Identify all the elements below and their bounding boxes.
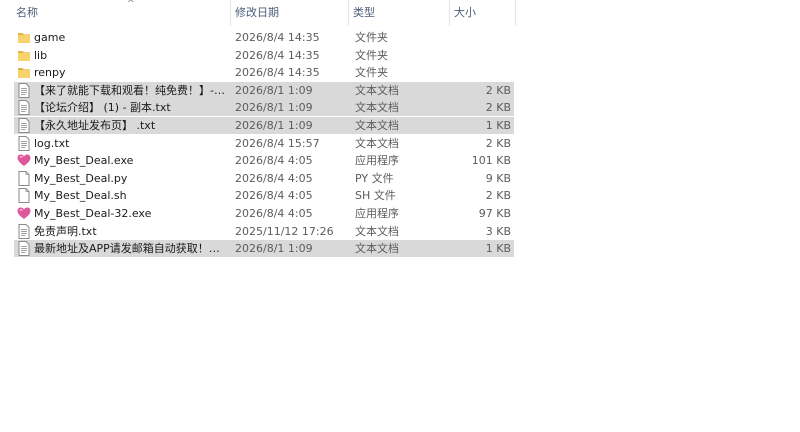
heart-app-icon [17, 153, 31, 168]
file-size: 1 KB [485, 119, 511, 132]
file-modified-date: 2026/8/4 4:05 [235, 207, 313, 220]
file-row[interactable]: renpy 2026/8/4 14:35 文件夹 [14, 64, 514, 81]
file-size [451, 47, 511, 64]
file-name: My_Best_Deal.exe [34, 154, 134, 168]
file-size: 2 KB [485, 189, 511, 203]
file-size: 3 KB [485, 224, 511, 238]
text-document-icon [17, 118, 31, 133]
file-row[interactable]: log.txt 2026/8/4 15:57 文本文档 2 KB [14, 135, 514, 152]
file-row[interactable]: My_Best_Deal.py 2026/8/4 4:05 PY 文件 9 KB [14, 170, 514, 187]
file-modified-date: 2026/8/1 1:09 [235, 83, 313, 97]
file-type: 文本文档 [355, 242, 399, 256]
file-row[interactable]: My_Best_Deal.exe 2026/8/4 4:05 应用程序 101 KB [14, 152, 514, 169]
sort-ascending-icon: ^ [127, 0, 135, 9]
text-document-icon [17, 100, 31, 116]
file-name: 免责声明.txt [34, 224, 97, 238]
file-modified-date: 2026/8/4 4:05 [235, 189, 313, 203]
column-header-size[interactable]: 大小 [449, 0, 516, 26]
file-type: 文件夹 [355, 48, 388, 62]
file-size [451, 29, 511, 46]
file-row[interactable]: 最新地址及APP请发邮箱自动获取！！！... 2026/8/1 1:09 文本文档 1… [14, 240, 514, 258]
file-row[interactable]: 【永久地址发布页】 .txt 2026/8/1 1:09 文本文档 1 KB [14, 117, 514, 134]
file-type: 应用程序 [355, 207, 399, 220]
heart-app-icon [17, 206, 31, 221]
file-size: 2 KB [485, 83, 511, 97]
file-modified-date: 2025/11/12 17:26 [235, 224, 334, 238]
file-type: 文件夹 [355, 31, 388, 44]
file-modified-date: 2026/8/4 14:35 [235, 31, 320, 44]
file-type: 文本文档 [355, 83, 399, 97]
file-row[interactable]: game 2026/8/4 14:35 文件夹 [14, 29, 514, 46]
column-header-type[interactable]: 类型 [348, 0, 449, 26]
blank-file-icon [17, 170, 31, 186]
file-type: 文本文档 [355, 224, 399, 238]
file-modified-date: 2026/8/1 1:09 [235, 101, 313, 115]
file-size: 9 KB [485, 171, 511, 185]
column-header-name-label: 名称 [16, 6, 38, 19]
file-modified-date: 2026/8/4 15:57 [235, 136, 320, 150]
text-document-icon [17, 223, 31, 239]
file-type: PY 文件 [355, 171, 394, 185]
file-type: 文本文档 [355, 119, 399, 132]
file-name: lib [34, 48, 48, 62]
file-modified-date: 2026/8/4 4:05 [235, 171, 313, 185]
file-name: 【论坛介绍】 (1) - 副本.txt [34, 101, 171, 115]
column-header-modified[interactable]: 修改日期 [230, 0, 348, 26]
file-size: 1 KB [485, 242, 511, 256]
column-header-modified-label: 修改日期 [235, 6, 279, 19]
file-row[interactable]: 免责声明.txt 2025/11/12 17:26 文本文档 3 KB [14, 223, 514, 240]
file-modified-date: 2026/8/1 1:09 [235, 242, 313, 256]
file-type: 文本文档 [355, 101, 399, 115]
file-row[interactable]: lib 2026/8/4 14:35 文件夹 [14, 47, 514, 64]
file-name: log.txt [34, 136, 70, 150]
blank-file-icon [17, 188, 31, 204]
file-name: My_Best_Deal.py [34, 171, 128, 185]
text-document-icon [17, 135, 31, 151]
file-row[interactable]: My_Best_Deal-32.exe 2026/8/4 4:05 应用程序 97 K… [14, 205, 514, 222]
file-size: 2 KB [485, 101, 511, 115]
folder-icon [17, 48, 31, 63]
file-size: 97 KB [478, 207, 511, 220]
column-header-size-label: 大小 [454, 6, 476, 19]
file-name: game [34, 31, 66, 44]
file-name: My_Best_Deal-32.exe [34, 207, 152, 220]
file-modified-date: 2026/8/4 14:35 [235, 66, 320, 80]
file-name: My_Best_Deal.sh [34, 189, 127, 203]
file-row[interactable]: 【论坛介绍】 (1) - 副本.txt 2026/8/1 1:09 文本文档 2 KB [14, 99, 514, 117]
file-type: SH 文件 [355, 189, 396, 203]
file-row[interactable]: My_Best_Deal.sh 2026/8/4 4:05 SH 文件 2 KB [14, 187, 514, 204]
file-type: 应用程序 [355, 154, 399, 168]
text-document-icon [17, 82, 31, 98]
column-header-bar: 名称 ^ 修改日期 类型 大小 [0, 0, 800, 26]
text-document-icon [17, 241, 31, 257]
file-size: 101 KB [471, 154, 511, 168]
column-header-name[interactable]: 名称 ^ [12, 0, 230, 26]
file-name: 【永久地址发布页】 .txt [34, 119, 156, 132]
file-size [451, 64, 511, 81]
file-modified-date: 2026/8/4 4:05 [235, 154, 313, 168]
file-name: renpy [34, 66, 66, 80]
folder-icon [17, 65, 31, 80]
file-name: 【来了就能下载和观看！纯免费！】- 副... [34, 83, 228, 97]
file-modified-date: 2026/8/4 14:35 [235, 48, 320, 62]
file-name: 最新地址及APP请发邮箱自动获取！！！... [34, 242, 228, 256]
file-type: 文本文档 [355, 136, 399, 150]
column-header-type-label: 类型 [353, 6, 375, 19]
file-explorer-pane: 名称 ^ 修改日期 类型 大小 game 2026/8/4 14:35 文件夹 lib… [0, 0, 800, 432]
file-type: 文件夹 [355, 66, 388, 80]
file-modified-date: 2026/8/1 1:09 [235, 119, 313, 132]
file-size: 2 KB [485, 136, 511, 150]
folder-icon [17, 30, 31, 45]
file-row[interactable]: 【来了就能下载和观看！纯免费！】- 副... 2026/8/1 1:09 文本文档 2… [14, 81, 514, 99]
